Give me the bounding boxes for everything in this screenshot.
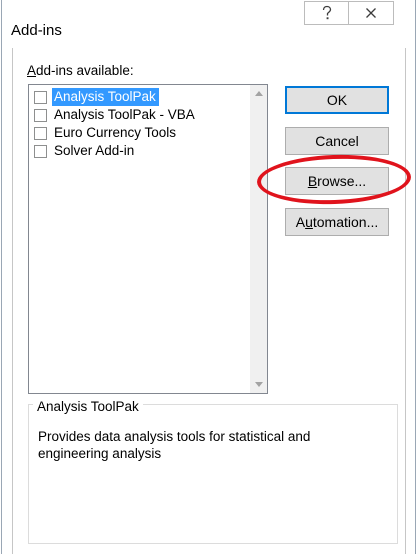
checkbox-analysis-toolpak[interactable] bbox=[34, 90, 47, 104]
checkbox-euro-currency-tools[interactable] bbox=[34, 126, 47, 140]
browse-button[interactable]: Browse... bbox=[285, 167, 389, 195]
add-ins-available-label: Add-ins available: bbox=[27, 63, 134, 78]
arrow-up-icon bbox=[254, 91, 263, 96]
details-description: Provides data analysis tools for statist… bbox=[38, 429, 311, 461]
question-mark-icon bbox=[322, 5, 331, 20]
list-item-analysis-toolpak[interactable]: Analysis ToolPak bbox=[34, 88, 247, 106]
close-button[interactable] bbox=[348, 1, 394, 25]
list-item-analysis-toolpak-vba[interactable]: Analysis ToolPak - VBA bbox=[34, 106, 247, 124]
cancel-button[interactable]: Cancel bbox=[285, 127, 389, 155]
close-x-icon bbox=[366, 8, 376, 18]
vertical-scrollbar[interactable] bbox=[250, 85, 267, 393]
add-ins-listbox[interactable]: Analysis ToolPak Analysis ToolPak - VBA … bbox=[28, 84, 268, 394]
automation-button[interactable]: Au tomation... bbox=[285, 208, 389, 236]
checkbox-solver-add-in[interactable] bbox=[34, 144, 47, 158]
list-item-label: Solver Add-in bbox=[54, 143, 135, 158]
help-button[interactable] bbox=[304, 1, 348, 25]
title-bar: Add-ins bbox=[2, 0, 415, 48]
list-item-solver-add-in[interactable]: Solver Add-in bbox=[34, 142, 247, 160]
details-groupbox bbox=[28, 404, 398, 544]
list-item-label: Analysis ToolPak bbox=[52, 88, 159, 106]
list-item-label: Euro Currency Tools bbox=[54, 125, 177, 140]
scroll-up-button[interactable] bbox=[250, 85, 267, 102]
scroll-down-button[interactable] bbox=[250, 376, 267, 393]
checkbox-analysis-toolpak-vba[interactable] bbox=[34, 108, 47, 122]
ok-button[interactable]: OK bbox=[285, 86, 389, 114]
list-item-euro-currency-tools[interactable]: Euro Currency Tools bbox=[34, 124, 247, 142]
window-title: Add-ins bbox=[11, 22, 62, 39]
details-title: Analysis ToolPak bbox=[33, 399, 143, 414]
list-item-label: Analysis ToolPak - VBA bbox=[54, 107, 195, 122]
arrow-down-icon bbox=[254, 382, 263, 387]
